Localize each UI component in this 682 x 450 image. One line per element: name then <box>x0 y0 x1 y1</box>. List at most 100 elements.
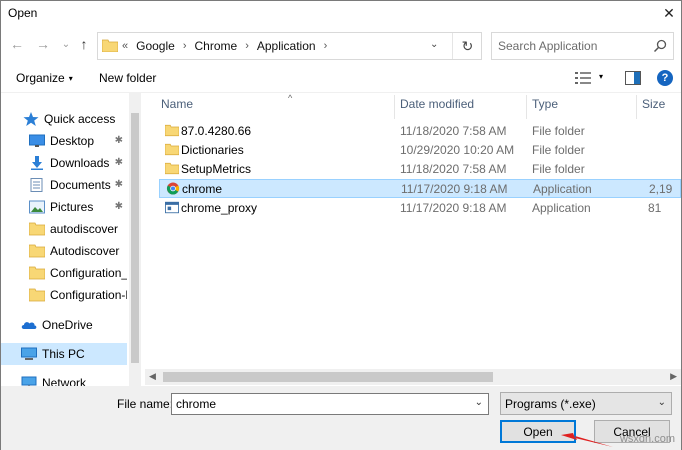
scrollbar-thumb[interactable] <box>163 372 493 382</box>
pin-icon: ✱ <box>114 135 123 146</box>
star-icon <box>23 112 39 126</box>
pictures-icon <box>29 200 45 214</box>
command-bar: Organize ▾ New folder ▾ ? <box>1 65 681 91</box>
breadcrumb-application[interactable]: Application <box>257 39 316 53</box>
address-dropdown-icon[interactable]: ⌄ <box>430 39 438 50</box>
close-button[interactable]: ✕ <box>657 1 681 25</box>
file-row-selected[interactable]: chrome 11/17/2020 9:18 AM Application 2,… <box>159 179 681 198</box>
file-name: chrome_proxy <box>181 201 258 215</box>
sidebar-item-documents[interactable]: Documents ✱ <box>1 174 127 196</box>
window-title: Open <box>8 6 38 20</box>
file-list-horizontal-scrollbar[interactable]: ◀ ▶ <box>145 369 681 385</box>
file-size: 81 <box>648 201 662 215</box>
file-type: File folder <box>532 143 585 157</box>
download-icon <box>31 156 43 170</box>
sidebar-item-label: Pictures <box>50 200 94 214</box>
file-name-label: File name: <box>117 397 174 411</box>
forward-button[interactable]: → <box>33 33 53 55</box>
file-name: chrome <box>182 182 223 196</box>
column-divider[interactable] <box>526 95 527 119</box>
folder-icon <box>29 266 45 280</box>
search-icon[interactable] <box>653 39 667 53</box>
sidebar-item-configuration-e[interactable]: Configuration-E <box>1 284 127 306</box>
column-divider[interactable] <box>394 95 395 119</box>
file-date: 10/29/2020 10:20 AM <box>400 143 515 157</box>
file-row[interactable]: SetupMetrics 11/18/2020 7:58 AM File fol… <box>159 160 681 179</box>
sidebar-item-this-pc[interactable]: This PC <box>1 343 127 365</box>
cloud-icon <box>21 322 37 329</box>
new-folder-button[interactable]: New folder <box>99 71 156 85</box>
breadcrumb-chrome[interactable]: Chrome <box>195 39 238 53</box>
sidebar-item-desktop[interactable]: Desktop ✱ <box>1 130 127 152</box>
up-button[interactable]: ↑ <box>74 33 94 55</box>
file-name: 87.0.4280.66 <box>181 124 252 138</box>
computer-icon <box>21 347 37 360</box>
view-dropdown-icon[interactable]: ▾ <box>599 72 603 81</box>
preview-pane-icon[interactable] <box>625 71 641 85</box>
back-button[interactable]: ← <box>7 33 27 55</box>
column-header-name[interactable]: Name ^ <box>161 93 292 119</box>
column-divider[interactable] <box>636 95 637 119</box>
chevron-down-icon[interactable]: ⌄ <box>475 397 483 408</box>
sidebar-item-label: Configuration-E <box>50 288 127 302</box>
file-row[interactable]: chrome_proxy 11/17/2020 9:18 AM Applicat… <box>159 199 681 218</box>
file-date: 11/18/2020 7:58 AM <box>400 124 507 138</box>
sidebar-item-onedrive[interactable]: OneDrive <box>1 314 127 336</box>
breadcrumb-separator-icon[interactable]: › <box>324 40 328 52</box>
file-row[interactable]: 87.0.4280.66 11/18/2020 7:58 AM File fol… <box>159 122 681 141</box>
sidebar-item-configuration-lc[interactable]: Configuration_lc <box>1 262 127 284</box>
sidebar-item-label: Configuration_lc <box>50 266 127 280</box>
refresh-button[interactable]: ↻ <box>452 33 482 59</box>
file-type: File folder <box>532 162 585 176</box>
navigation-bar: ← → ⌄ ↑ « Google › Chrome › Application … <box>1 29 681 61</box>
file-type-filter-value: Programs (*.exe) <box>505 397 596 411</box>
file-name: Dictionaries <box>181 143 244 157</box>
pin-icon: ✱ <box>114 157 123 168</box>
file-name-input[interactable] <box>176 396 466 412</box>
sidebar-item-label: OneDrive <box>42 318 93 332</box>
folder-icon <box>165 162 179 175</box>
breadcrumb-overflow[interactable]: « <box>122 40 128 52</box>
chevron-down-icon: ⌄ <box>61 38 71 50</box>
file-name: SetupMetrics <box>181 162 252 176</box>
chevron-down-icon: ⌄ <box>657 397 666 408</box>
organize-button[interactable]: Organize ▾ <box>16 71 73 85</box>
sidebar-item-network[interactable]: Network <box>1 372 127 387</box>
scroll-left-icon[interactable]: ◀ <box>149 371 156 382</box>
back-arrow-icon: ← <box>10 36 24 52</box>
file-type-filter-select[interactable]: Programs (*.exe) ⌄ <box>500 392 672 415</box>
column-header-date[interactable]: Date modified <box>400 97 474 119</box>
breadcrumb-separator-icon[interactable]: › <box>245 40 249 52</box>
sidebar-item-downloads[interactable]: Downloads ✱ <box>1 152 127 174</box>
navigation-pane-scrollbar[interactable] <box>129 93 141 387</box>
title-bar: Open ✕ <box>1 1 681 25</box>
sidebar-item-label: Autodiscover <box>50 244 120 258</box>
search-box <box>491 32 674 60</box>
scrollbar-thumb[interactable] <box>131 113 139 363</box>
sidebar-item-label: Downloads <box>50 156 110 170</box>
sidebar-item-autodiscover[interactable]: autodiscover <box>1 218 127 240</box>
documents-icon <box>30 178 43 192</box>
search-input[interactable] <box>498 37 648 55</box>
sidebar-item-label: This PC <box>42 347 85 361</box>
refresh-icon: ↻ <box>461 37 474 54</box>
sidebar-item-autodiscover-2[interactable]: Autodiscover <box>1 240 127 262</box>
file-row[interactable]: Dictionaries 10/29/2020 10:20 AM File fo… <box>159 141 681 160</box>
address-bar[interactable]: « Google › Chrome › Application › ⌄ ↻ <box>97 32 482 60</box>
sidebar-item-pictures[interactable]: Pictures ✱ <box>1 196 127 218</box>
view-options-icon[interactable] <box>575 71 591 85</box>
column-header-type[interactable]: Type <box>532 97 558 119</box>
help-icon[interactable]: ? <box>657 70 673 86</box>
forward-arrow-icon: → <box>36 36 50 52</box>
recent-locations-button[interactable]: ⌄ <box>56 33 76 55</box>
breadcrumb-google[interactable]: Google <box>136 39 175 53</box>
column-header-size[interactable]: Size <box>642 97 665 119</box>
sidebar-item-quick-access[interactable]: Quick access <box>1 108 127 130</box>
application-icon <box>165 201 179 214</box>
breadcrumb-separator-icon[interactable]: › <box>183 40 187 52</box>
scroll-right-icon[interactable]: ▶ <box>670 371 677 382</box>
folder-icon <box>29 244 45 258</box>
caret-down-icon: ▾ <box>68 74 73 83</box>
content-area: Quick access Desktop ✱ Downloads ✱ Docum… <box>1 92 681 387</box>
breadcrumb: « Google › Chrome › Application › <box>122 33 335 59</box>
